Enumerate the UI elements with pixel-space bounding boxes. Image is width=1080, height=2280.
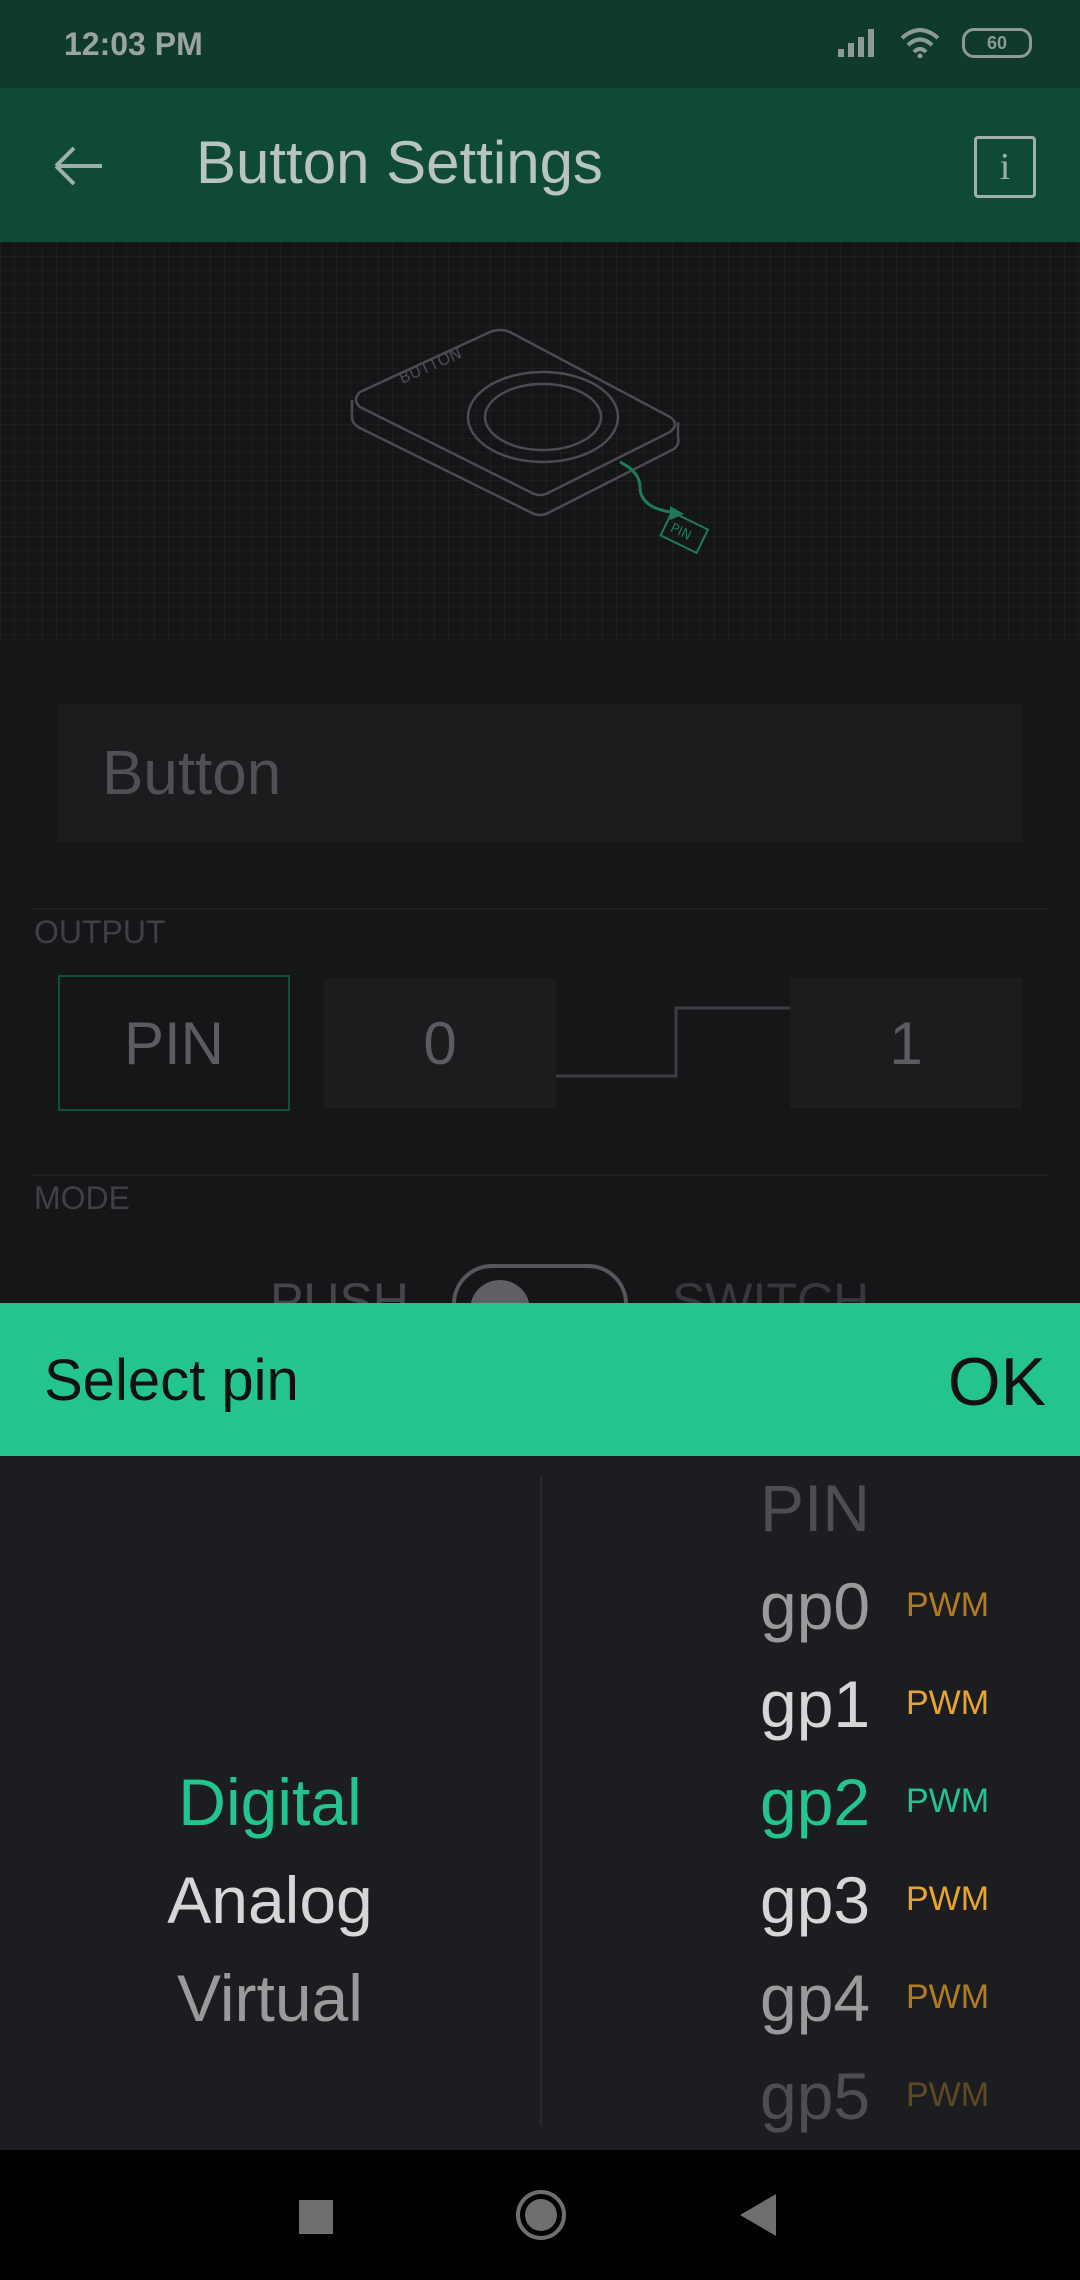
back-icon[interactable]: [740, 2194, 776, 2236]
picker-divider: [540, 1476, 542, 2126]
pwm-tag: PWM: [906, 1782, 990, 1820]
pin-option-gp5[interactable]: gp5: [760, 2058, 870, 2134]
toggle-knob: [470, 1280, 530, 1304]
pin-option-gp4[interactable]: gp4: [760, 1960, 870, 2036]
status-bar: 12:03 PM 60: [0, 0, 1080, 88]
pin-picker-header: Select pin OK: [0, 1303, 1080, 1456]
pin-option-gp1[interactable]: gp1: [760, 1666, 870, 1742]
widget-name-input[interactable]: Button: [58, 704, 1022, 842]
type-option-analog[interactable]: Analog: [0, 1862, 540, 1938]
mode-label: MODE: [34, 1180, 130, 1216]
signal-icon: [838, 29, 874, 57]
mode-row: PUSH SWITCH: [0, 1260, 1080, 1304]
system-nav-bar: [0, 2150, 1080, 2280]
device-label: BUTTON: [396, 343, 464, 387]
battery-level: 60: [986, 32, 1008, 53]
pin-select-button[interactable]: PIN: [58, 975, 290, 1111]
mode-switch-label: SWITCH: [672, 1273, 870, 1304]
mode-push-label: PUSH: [270, 1273, 409, 1304]
button-device-illustration: BUTTON PIN: [350, 328, 710, 555]
status-icons: 60: [838, 28, 1032, 58]
pwm-tag: PWM: [906, 2076, 990, 2114]
pwm-tag: PWM: [906, 1586, 990, 1624]
widget-preview: BUTTON PIN: [0, 242, 1080, 642]
pin-option-header[interactable]: PIN: [760, 1470, 870, 1546]
home-icon[interactable]: [516, 2190, 566, 2240]
off-value-input[interactable]: 0: [324, 978, 556, 1108]
pwm-tag: PWM: [906, 1880, 990, 1918]
arrow-left-icon[interactable]: [44, 132, 112, 200]
on-value: 1: [889, 1009, 923, 1077]
signal-wave-icon: [556, 1006, 790, 1078]
type-option-digital[interactable]: Digital: [0, 1764, 540, 1840]
picker-title: Select pin: [44, 1348, 299, 1413]
pwm-tag: PWM: [906, 1684, 990, 1722]
off-value: 0: [423, 1009, 457, 1077]
page-title: Button Settings: [196, 129, 603, 196]
ok-button[interactable]: OK: [948, 1343, 1046, 1421]
output-label: OUTPUT: [34, 914, 166, 950]
pwm-tag: PWM: [906, 1978, 990, 2016]
pin-option-gp0[interactable]: gp0: [760, 1568, 870, 1644]
pin-option-gp2[interactable]: gp2: [760, 1764, 870, 1840]
battery-icon: 60: [962, 28, 1032, 58]
recents-icon[interactable]: [299, 2200, 333, 2234]
pin-select-label: PIN: [123, 1009, 225, 1077]
divider: [32, 908, 1048, 910]
info-icon: i: [999, 146, 1011, 188]
divider: [32, 1174, 1048, 1176]
type-option-virtual[interactable]: Virtual: [0, 1960, 540, 2036]
name-placeholder: Button: [102, 738, 282, 808]
pin-option-gp3[interactable]: gp3: [760, 1862, 870, 1938]
wifi-icon: [900, 28, 940, 58]
on-value-input[interactable]: 1: [790, 978, 1022, 1108]
pin-picker: Digital Analog Virtual PIN gp0 PWM gp1 P…: [0, 1456, 1080, 2150]
mode-toggle[interactable]: [452, 1264, 628, 1304]
status-time: 12:03 PM: [64, 26, 203, 62]
app-bar: Button Settings i: [0, 88, 1080, 242]
info-button[interactable]: i: [974, 136, 1036, 198]
